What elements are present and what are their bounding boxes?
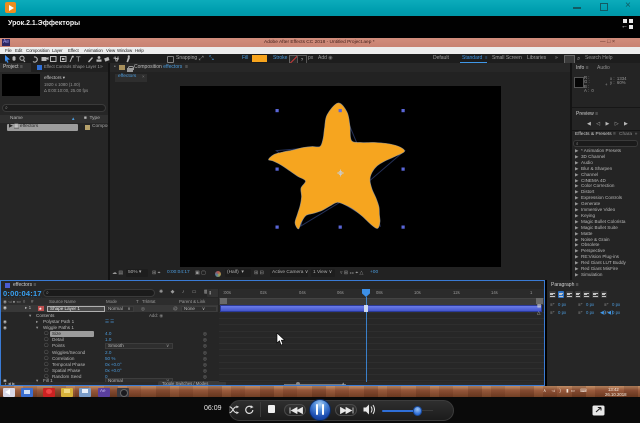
svg-text:T: T <box>76 55 81 63</box>
